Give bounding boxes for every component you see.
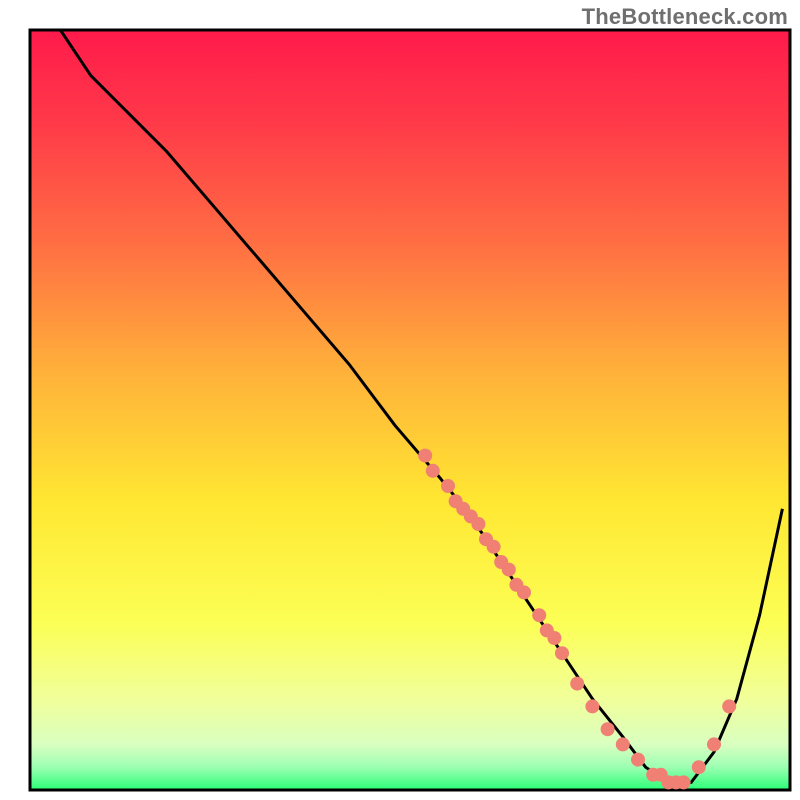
scatter-point (426, 464, 440, 478)
scatter-point (631, 753, 645, 767)
scatter-point (555, 646, 569, 660)
scatter-point (692, 760, 706, 774)
scatter-point (722, 699, 736, 713)
scatter-point (707, 737, 721, 751)
scatter-point (547, 631, 561, 645)
scatter-point (441, 479, 455, 493)
scatter-point (616, 737, 630, 751)
scatter-point (502, 563, 516, 577)
scatter-point (532, 608, 546, 622)
scatter-point (585, 699, 599, 713)
scatter-point (677, 775, 691, 789)
watermark-text: TheBottleneck.com (582, 4, 788, 30)
scatter-point (601, 722, 615, 736)
chart-container: TheBottleneck.com (0, 0, 800, 800)
scatter-point (487, 540, 501, 554)
scatter-point (517, 585, 531, 599)
scatter-point (418, 449, 432, 463)
scatter-point (570, 677, 584, 691)
plot-background (30, 30, 790, 790)
chart-svg (0, 0, 800, 800)
scatter-point (471, 517, 485, 531)
